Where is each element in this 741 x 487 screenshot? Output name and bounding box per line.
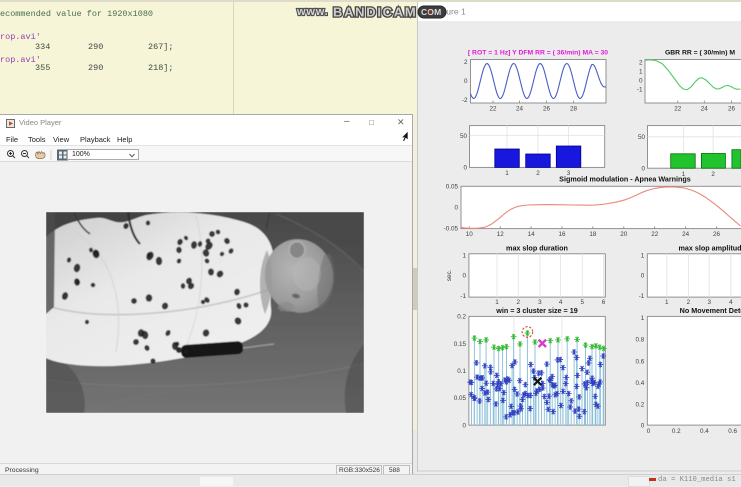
- svg-text:22: 22: [651, 231, 659, 238]
- svg-text:2: 2: [517, 299, 521, 306]
- svg-text:24: 24: [701, 106, 709, 113]
- svg-text:max slop amplitude: max slop amplitude: [678, 243, 741, 252]
- svg-text:0.05: 0.05: [454, 395, 467, 402]
- svg-text:4: 4: [729, 299, 733, 306]
- svg-text:3: 3: [707, 299, 711, 306]
- svg-text:28: 28: [570, 106, 578, 113]
- svg-text:22: 22: [489, 106, 497, 113]
- svg-text:BANDICAM: BANDICAM: [333, 5, 417, 20]
- svg-text:1: 1: [495, 299, 499, 306]
- svg-text:0.2: 0.2: [636, 402, 645, 409]
- svg-text:50: 50: [638, 134, 646, 141]
- svg-text:-1: -1: [639, 293, 645, 300]
- svg-text:0: 0: [641, 422, 645, 429]
- svg-text:1: 1: [641, 253, 645, 260]
- svg-text:14: 14: [528, 231, 536, 238]
- svg-text:-2: -2: [462, 97, 468, 104]
- svg-text:-1: -1: [637, 86, 643, 93]
- svg-text:Sigmoid modulation - Apnea War: Sigmoid modulation - Apnea Warnings: [559, 174, 691, 183]
- svg-text:0.4: 0.4: [636, 380, 645, 387]
- svg-text:0: 0: [464, 78, 468, 85]
- svg-text:26: 26: [543, 106, 551, 113]
- svg-text:0.1: 0.1: [457, 368, 466, 375]
- svg-text:1: 1: [665, 299, 669, 306]
- svg-text:1: 1: [505, 170, 509, 177]
- svg-text:2: 2: [687, 299, 691, 306]
- svg-text:24: 24: [516, 106, 524, 113]
- svg-text:[ ROT = 1 Hz] Y DFM RR = ( 36: [ ROT = 1 Hz] Y DFM RR = ( 36/min) MA = …: [468, 50, 608, 57]
- svg-text:No Movement Dete: No Movement Dete: [680, 306, 741, 315]
- svg-text:0: 0: [641, 273, 645, 280]
- svg-text:0: 0: [639, 77, 643, 84]
- svg-text:0: 0: [462, 273, 466, 280]
- svg-text:www.: www.: [296, 6, 329, 18]
- svg-text:max slop duration: max slop duration: [506, 243, 568, 252]
- svg-text:win = 3 cluster size = 19: win = 3 cluster size = 19: [495, 306, 578, 315]
- svg-text:10: 10: [466, 231, 474, 238]
- svg-text:0: 0: [462, 422, 466, 429]
- svg-text:4: 4: [559, 299, 563, 306]
- svg-text:0.05: 0.05: [446, 184, 459, 191]
- svg-text:50: 50: [460, 133, 468, 140]
- svg-text:GBR RR = ( 30/min) M: GBR RR = ( 30/min) M: [665, 50, 735, 57]
- svg-text:2: 2: [536, 170, 540, 177]
- svg-text:0.15: 0.15: [454, 341, 467, 348]
- svg-text:2: 2: [711, 171, 715, 178]
- svg-text:0: 0: [463, 165, 467, 172]
- svg-text:26: 26: [728, 106, 736, 113]
- svg-text:24: 24: [682, 231, 690, 238]
- svg-text:2: 2: [639, 60, 643, 67]
- svg-text:1: 1: [641, 315, 645, 322]
- svg-text:12: 12: [497, 231, 505, 238]
- svg-text:0.6: 0.6: [728, 428, 737, 435]
- svg-text:0: 0: [641, 165, 645, 172]
- svg-text:18: 18: [589, 231, 597, 238]
- svg-text:26: 26: [713, 231, 721, 238]
- svg-text:0.2: 0.2: [672, 428, 681, 435]
- svg-text:16: 16: [558, 231, 566, 238]
- svg-text:22: 22: [674, 106, 682, 113]
- svg-text:0.2: 0.2: [457, 314, 466, 321]
- svg-text:0: 0: [454, 205, 458, 212]
- svg-text:0.6: 0.6: [636, 358, 645, 365]
- svg-text:sec.: sec.: [446, 269, 453, 281]
- svg-text:0.8: 0.8: [636, 337, 645, 344]
- svg-text:1: 1: [639, 69, 643, 76]
- svg-text:0: 0: [647, 428, 651, 435]
- svg-text:3: 3: [538, 299, 542, 306]
- svg-text:2: 2: [464, 59, 468, 66]
- svg-text:5: 5: [581, 299, 585, 306]
- svg-text:6: 6: [602, 299, 606, 306]
- svg-text:1: 1: [462, 253, 466, 260]
- svg-text:0.4: 0.4: [700, 428, 709, 435]
- svg-text:20: 20: [620, 231, 628, 238]
- svg-text:-0.05: -0.05: [444, 225, 459, 232]
- svg-text:-1: -1: [460, 293, 466, 300]
